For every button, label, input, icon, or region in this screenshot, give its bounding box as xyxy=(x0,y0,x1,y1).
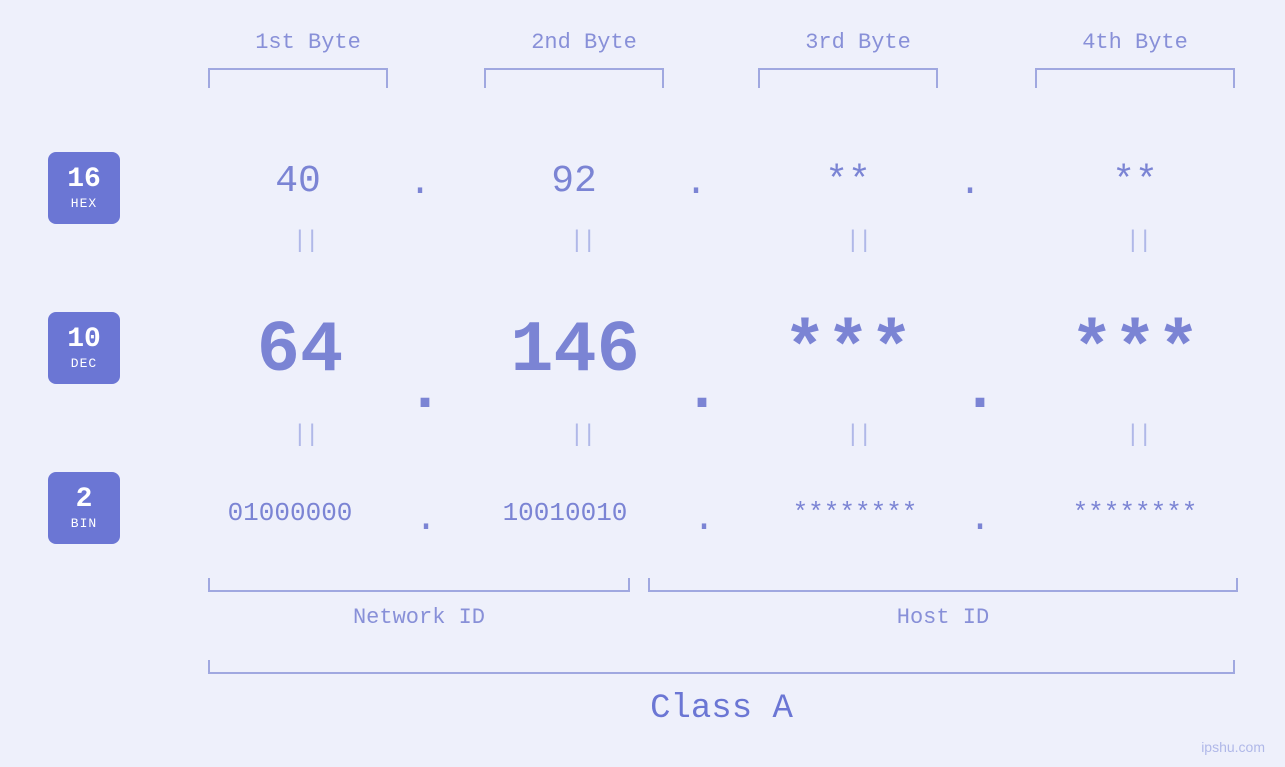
bracket-top-b4 xyxy=(1035,68,1235,88)
dec-val-b1: 64 xyxy=(195,310,405,392)
bin-val-b2: 10010010 xyxy=(455,498,675,528)
hex-val-b1: 40 xyxy=(208,160,388,203)
bin-badge: 2 BIN xyxy=(48,472,120,544)
hex-dot-3: . xyxy=(950,162,990,205)
bin-val-b4: ******** xyxy=(1020,498,1250,528)
hex-badge-num: 16 xyxy=(67,166,101,194)
bin-dot-1: . xyxy=(406,498,446,541)
class-label: Class A xyxy=(208,690,1235,728)
dec-dot-2: . xyxy=(682,355,722,426)
hex-dot-2: . xyxy=(676,162,716,205)
hex-dot-1: . xyxy=(400,162,440,205)
col-header-b4: 4th Byte xyxy=(1035,30,1235,55)
hex-val-b2: 92 xyxy=(484,160,664,203)
col-header-b2: 2nd Byte xyxy=(484,30,684,55)
bin-badge-label: BIN xyxy=(71,516,97,531)
host-id-label: Host ID xyxy=(648,605,1238,630)
dec-dot-1: . xyxy=(405,355,445,426)
dec-val-b2: 146 xyxy=(465,310,685,392)
hex-badge: 16 HEX xyxy=(48,152,120,224)
bin-dot-3: . xyxy=(960,498,1000,541)
watermark: ipshu.com xyxy=(1201,739,1265,755)
eq-1-4: || xyxy=(1118,228,1158,255)
dec-dot-3: . xyxy=(960,355,1000,426)
eq-2-1: || xyxy=(285,422,325,449)
dec-badge-num: 10 xyxy=(67,326,101,354)
bin-dot-2: . xyxy=(684,498,724,541)
bracket-full-bottom xyxy=(208,660,1235,674)
bracket-top-b2 xyxy=(484,68,664,88)
bin-val-b3: ******** xyxy=(740,498,970,528)
hex-val-b3: ** xyxy=(758,160,938,203)
dec-badge-label: DEC xyxy=(71,356,97,371)
eq-1-3: || xyxy=(838,228,878,255)
bracket-bot-network xyxy=(208,578,630,592)
col-header-b1: 1st Byte xyxy=(208,30,408,55)
bin-val-b1: 01000000 xyxy=(180,498,400,528)
eq-1-1: || xyxy=(285,228,325,255)
dec-val-b3: *** xyxy=(748,310,948,392)
col-header-b3: 3rd Byte xyxy=(758,30,958,55)
bin-badge-num: 2 xyxy=(76,486,93,514)
dec-badge: 10 DEC xyxy=(48,312,120,384)
dec-val-b4: *** xyxy=(1030,310,1240,392)
network-id-label: Network ID xyxy=(208,605,630,630)
eq-1-2: || xyxy=(562,228,602,255)
eq-2-3: || xyxy=(838,422,878,449)
bracket-top-b3 xyxy=(758,68,938,88)
hex-badge-label: HEX xyxy=(71,196,97,211)
eq-2-2: || xyxy=(562,422,602,449)
bracket-top-b1 xyxy=(208,68,388,88)
bracket-bot-host xyxy=(648,578,1238,592)
hex-val-b4: ** xyxy=(1035,160,1235,203)
eq-2-4: || xyxy=(1118,422,1158,449)
